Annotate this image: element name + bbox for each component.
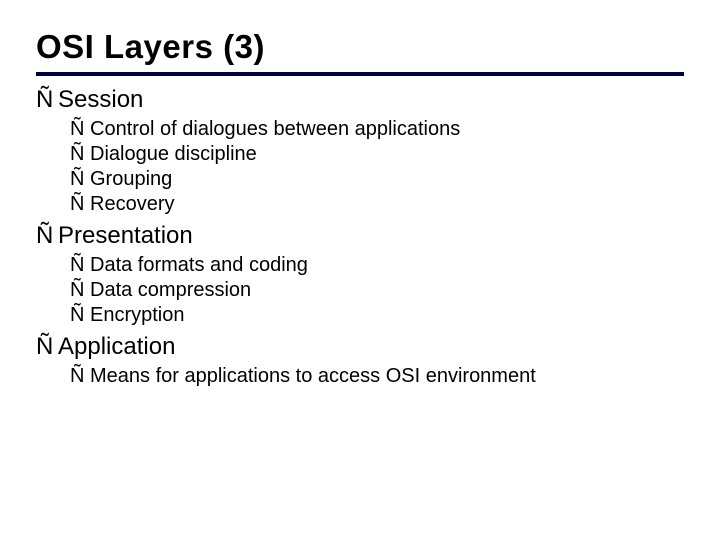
item-text: Dialogue discipline bbox=[90, 143, 257, 165]
heading-text: Session bbox=[58, 86, 143, 113]
title-rule bbox=[36, 72, 684, 76]
heading-text: Presentation bbox=[58, 222, 193, 249]
heading-text: Application bbox=[58, 333, 175, 360]
list-item: ÑGrouping bbox=[70, 168, 684, 191]
bullet-icon: Ñ bbox=[70, 279, 90, 302]
bullet-icon: Ñ bbox=[36, 222, 58, 250]
bullet-icon: Ñ bbox=[70, 365, 90, 388]
bullet-icon: Ñ bbox=[36, 86, 58, 114]
item-text: Means for applications to access OSI env… bbox=[90, 365, 536, 387]
list-item: ÑMeans for applications to access OSI en… bbox=[70, 365, 684, 388]
bullet-icon: Ñ bbox=[36, 333, 58, 361]
item-text: Data formats and coding bbox=[90, 254, 308, 276]
list-item: ÑData formats and coding bbox=[70, 254, 684, 277]
item-text: Data compression bbox=[90, 279, 251, 301]
item-text: Encryption bbox=[90, 304, 185, 326]
bullet-icon: Ñ bbox=[70, 118, 90, 141]
item-text: Recovery bbox=[90, 193, 174, 215]
section-heading: ÑSession bbox=[36, 86, 684, 114]
slide: OSI Layers (3) ÑSession ÑControl of dial… bbox=[0, 0, 720, 410]
list-item: ÑRecovery bbox=[70, 193, 684, 216]
list-item: ÑData compression bbox=[70, 279, 684, 302]
bullet-icon: Ñ bbox=[70, 304, 90, 327]
section-heading: ÑPresentation bbox=[36, 222, 684, 250]
list-item: ÑDialogue discipline bbox=[70, 143, 684, 166]
list-item: ÑEncryption bbox=[70, 304, 684, 327]
slide-title: OSI Layers (3) bbox=[36, 28, 684, 66]
item-text: Control of dialogues between application… bbox=[90, 118, 460, 140]
section-heading: ÑApplication bbox=[36, 333, 684, 361]
bullet-icon: Ñ bbox=[70, 254, 90, 277]
bullet-icon: Ñ bbox=[70, 168, 90, 191]
item-text: Grouping bbox=[90, 168, 172, 190]
list-item: ÑControl of dialogues between applicatio… bbox=[70, 118, 684, 141]
bullet-icon: Ñ bbox=[70, 143, 90, 166]
bullet-icon: Ñ bbox=[70, 193, 90, 216]
